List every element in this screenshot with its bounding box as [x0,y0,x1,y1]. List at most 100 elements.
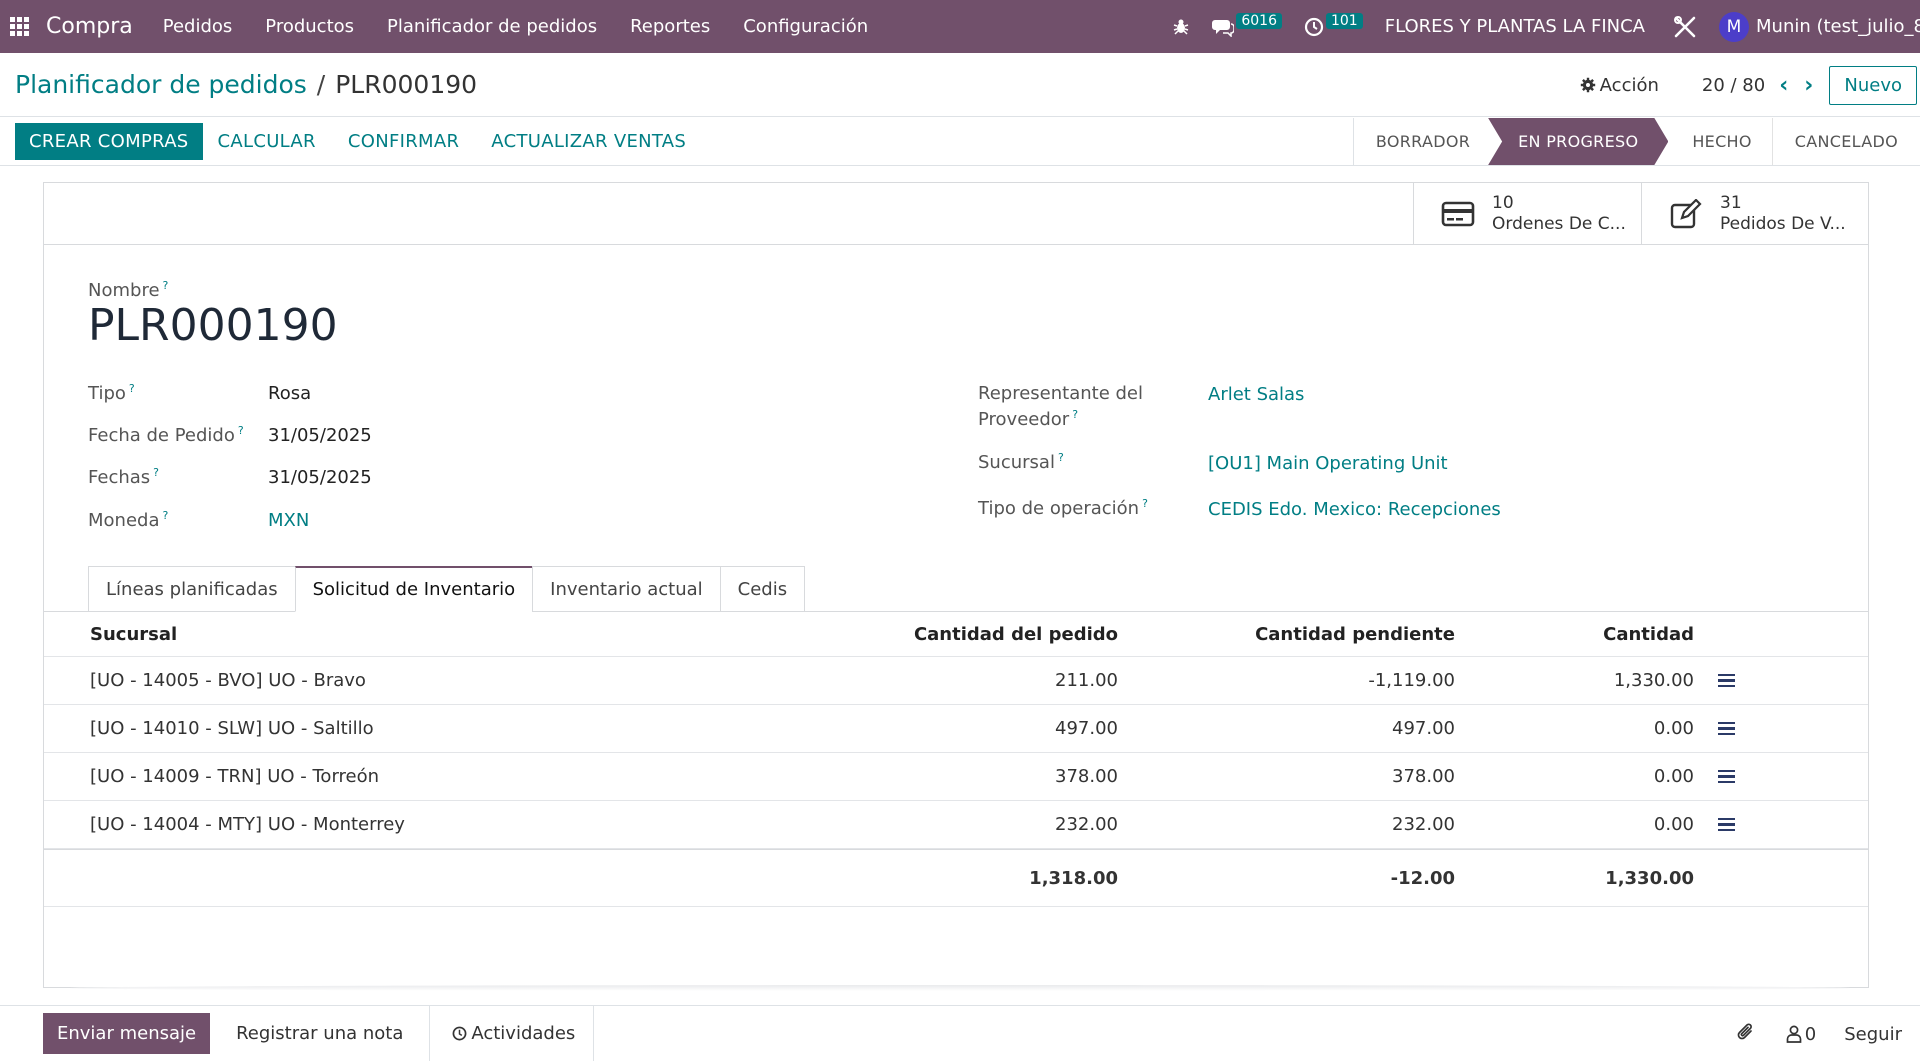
menu-planificador[interactable]: Planificador de pedidos [387,16,597,37]
sale-orders-count: 31 [1720,192,1742,213]
breadcrumb-separator: / [316,70,326,99]
stage-borrador[interactable]: BORRADOR [1354,118,1490,165]
purchase-orders-count: 10 [1492,192,1514,213]
paperclip-icon[interactable] [1736,1022,1756,1047]
menu-pedidos[interactable]: Pedidos [163,16,233,37]
tab-lineas-planificadas[interactable]: Líneas planificadas [88,566,295,612]
chatter-divider [593,1005,595,1061]
col-sucursal[interactable]: Sucursal [90,612,177,656]
activities-badge: 101 [1325,12,1363,29]
send-message-button[interactable]: Enviar mensaje [43,1013,211,1054]
statusbar: CREAR COMPRAS CALCULAR CONFIRMAR ACTUALI… [0,118,1920,166]
breadcrumb-parent[interactable]: Planificador de pedidos [15,70,307,99]
representante-value[interactable]: Arlet Salas [1208,384,1304,405]
menu-configuracion[interactable]: Configuración [743,16,868,37]
tab-solicitud-inventario[interactable]: Solicitud de Inventario [294,566,533,612]
row-menu-icon[interactable] [1714,801,1738,848]
sale-orders-smart-button[interactable]: 31 Pedidos De V... [1641,183,1868,244]
cell-sucursal: [UO - 14009 - TRN] UO - Torreón [90,766,380,787]
help-icon[interactable]: ? [1058,451,1064,464]
update-sales-button[interactable]: ACTUALIZAR VENTAS [477,123,700,160]
create-purchases-button[interactable]: CREAR COMPRAS [15,123,203,160]
purchase-orders-label: Ordenes De C... [1492,213,1626,234]
top-navbar: Compra Pedidos Productos Planificador de… [0,0,1920,53]
stage-hecho[interactable]: HECHO [1668,118,1773,165]
cell-cantidad: 0.00 [1653,814,1694,835]
new-button[interactable]: Nuevo [1829,65,1917,105]
help-icon[interactable]: ? [129,382,135,395]
pager-next-icon[interactable]: › [1804,73,1813,98]
activities-label: Actividades [471,1023,576,1044]
action-menu-button[interactable]: Acción [1580,75,1659,96]
pager-previous-icon[interactable]: ‹ [1779,73,1788,98]
credit-card-icon [1438,200,1478,228]
help-icon[interactable]: ? [162,509,168,522]
calculate-button[interactable]: CALCULAR [204,123,330,160]
table-row[interactable]: [UO - 14009 - TRN] UO - Torreón 378.00 3… [44,753,1868,801]
messages-badge: 6016 [1236,12,1282,29]
col-cantidad[interactable]: Cantidad [1603,612,1694,656]
cell-cantidad-pedido: 497.00 [1055,718,1118,739]
moneda-value[interactable]: MXN [268,510,309,531]
confirm-button[interactable]: CONFIRMAR [334,123,473,160]
row-menu-icon[interactable] [1714,657,1738,704]
pager-value[interactable]: 20 / 80 [1702,75,1765,96]
followers-button[interactable]: 0 [1786,1024,1816,1045]
total-cantidad: 1,330.00 [1605,867,1694,889]
edit-icon [1666,198,1706,229]
tipo-operacion-value[interactable]: CEDIS Edo. Mexico: Recepciones [1208,499,1501,520]
table-row[interactable]: [UO - 14010 - SLW] UO - Saltillo 497.00 … [44,705,1868,753]
name-label: Nombre? [88,279,169,301]
help-icon[interactable]: ? [153,466,159,479]
tab-cedis[interactable]: Cedis [719,566,806,612]
activities-clock-icon[interactable]: 101 [1304,12,1363,37]
help-icon[interactable]: ? [1072,408,1078,421]
cell-sucursal: [UO - 14005 - BVO] UO - Bravo [90,670,366,691]
notebook-tabs: Líneas planificadas Solicitud de Inventa… [88,566,806,612]
table-row[interactable]: [UO - 14005 - BVO] UO - Bravo 211.00 -1,… [44,657,1868,705]
sucursal-value[interactable]: [OU1] Main Operating Unit [1208,453,1448,474]
log-note-button[interactable]: Registrar una nota [218,1013,421,1054]
sucursal-label: Sucursal? [978,451,1064,473]
cell-sucursal: [UO - 14004 - MTY] UO - Monterrey [90,814,405,835]
messages-icon[interactable]: 6016 [1212,12,1282,37]
user-menu[interactable]: Munin (test_julio_8 [1756,16,1920,37]
fechas-label: Fechas? [88,466,159,488]
activities-button[interactable]: Actividades [434,1013,593,1054]
settings-tools-icon[interactable] [1673,15,1697,39]
clock-icon [452,1026,467,1041]
apps-menu-icon[interactable] [0,0,38,53]
user-icon [1786,1025,1802,1043]
fechas-value[interactable]: 31/05/2025 [268,467,372,488]
table-row[interactable]: [UO - 14004 - MTY] UO - Monterrey 232.00… [44,801,1868,849]
stage-cancelado[interactable]: CANCELADO [1773,118,1920,165]
stage-en-progreso[interactable]: EN PROGRESO [1488,118,1668,165]
col-cantidad-pedido[interactable]: Cantidad del pedido [914,612,1118,656]
fecha-pedido-value[interactable]: 31/05/2025 [268,425,372,446]
action-label: Acción [1599,74,1659,96]
tab-inventario-actual[interactable]: Inventario actual [532,566,720,612]
menu-productos[interactable]: Productos [265,16,354,37]
cell-cantidad-pedido: 232.00 [1055,814,1118,835]
help-icon[interactable]: ? [238,424,244,437]
record-name[interactable]: PLR000190 [88,300,338,351]
col-cantidad-pendiente[interactable]: Cantidad pendiente [1255,612,1455,656]
sale-orders-label: Pedidos De V... [1720,213,1846,234]
help-icon[interactable]: ? [163,279,169,292]
row-menu-icon[interactable] [1714,753,1738,800]
help-icon[interactable]: ? [1142,497,1148,510]
tipo-value[interactable]: Rosa [268,383,311,404]
avatar[interactable]: M [1719,11,1749,42]
menu-reportes[interactable]: Reportes [630,16,710,37]
follow-button[interactable]: Seguir [1844,1024,1902,1045]
cell-cantidad-pendiente: 497.00 [1392,718,1455,739]
row-menu-icon[interactable] [1714,705,1738,752]
cell-cantidad: 0.00 [1653,718,1694,739]
purchase-orders-smart-button[interactable]: 10 Ordenes De C... [1413,183,1641,244]
company-switcher[interactable]: FLORES Y PLANTAS LA FINCA [1385,16,1645,37]
app-name[interactable]: Compra [46,14,133,39]
cell-cantidad-pendiente: 378.00 [1392,766,1455,787]
chatter-bar: Enviar mensaje Registrar una nota Activi… [0,1005,1920,1061]
debug-icon[interactable] [1172,18,1190,36]
moneda-label: Moneda? [88,509,169,531]
